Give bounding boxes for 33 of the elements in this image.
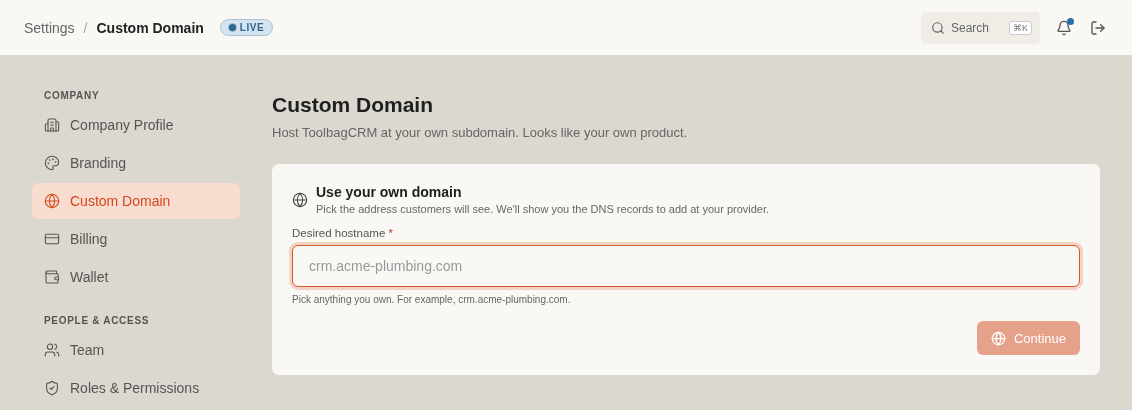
notifications-button[interactable] bbox=[1054, 17, 1074, 38]
sidebar-item[interactable]: Custom Domain bbox=[32, 183, 240, 219]
globe-icon bbox=[44, 193, 60, 209]
people-icon bbox=[44, 342, 60, 358]
sidebar-section-title: PEOPLE & ACCESS bbox=[43, 315, 151, 326]
breadcrumb-item[interactable]: Settings bbox=[24, 19, 75, 36]
sidebar-item[interactable]: Company Profile bbox=[32, 107, 240, 143]
search-button[interactable]: Search ⌘K bbox=[920, 11, 1040, 44]
page-subtitle: Host ToolbagCRM at your own subdomain. Looks like your own product. bbox=[272, 125, 689, 140]
shield-icon bbox=[44, 380, 60, 396]
field-label: Desired hostname * bbox=[292, 227, 394, 239]
globe-icon bbox=[990, 330, 1006, 346]
breadcrumb-item: Custom Domain bbox=[96, 19, 204, 36]
sidebar-item[interactable]: Wallet bbox=[32, 259, 240, 295]
breadcrumb-separator: / bbox=[83, 19, 88, 36]
sidebar-section-title: COMPANY bbox=[43, 90, 101, 101]
card-description: Pick the address customers will see. We'll show you the DNS records to add at your provider. bbox=[316, 203, 770, 215]
hostname-input[interactable]: crm.acme-plumbing.com bbox=[292, 245, 1080, 287]
sidebar-item[interactable]: Branding bbox=[32, 145, 240, 181]
live-badge: LIVE bbox=[219, 19, 274, 36]
field-help: Pick anything you own. For example, crm.acme-plumbing.com. bbox=[292, 294, 572, 305]
shortcut-key: ⌘K bbox=[1009, 20, 1032, 35]
page-title: Custom Domain bbox=[272, 93, 434, 117]
sidebar-item[interactable]: Billing bbox=[32, 221, 240, 257]
building-icon bbox=[44, 117, 60, 133]
palette-icon bbox=[44, 155, 60, 171]
wallet-icon bbox=[44, 269, 60, 285]
card-icon bbox=[44, 231, 60, 247]
sidebar-item[interactable]: Team bbox=[32, 332, 240, 368]
search-icon bbox=[930, 20, 945, 35]
globe-icon bbox=[292, 191, 308, 208]
sidebar-item[interactable]: Roles & Permissions bbox=[32, 370, 240, 406]
card-title: Use your own domain bbox=[316, 184, 463, 200]
